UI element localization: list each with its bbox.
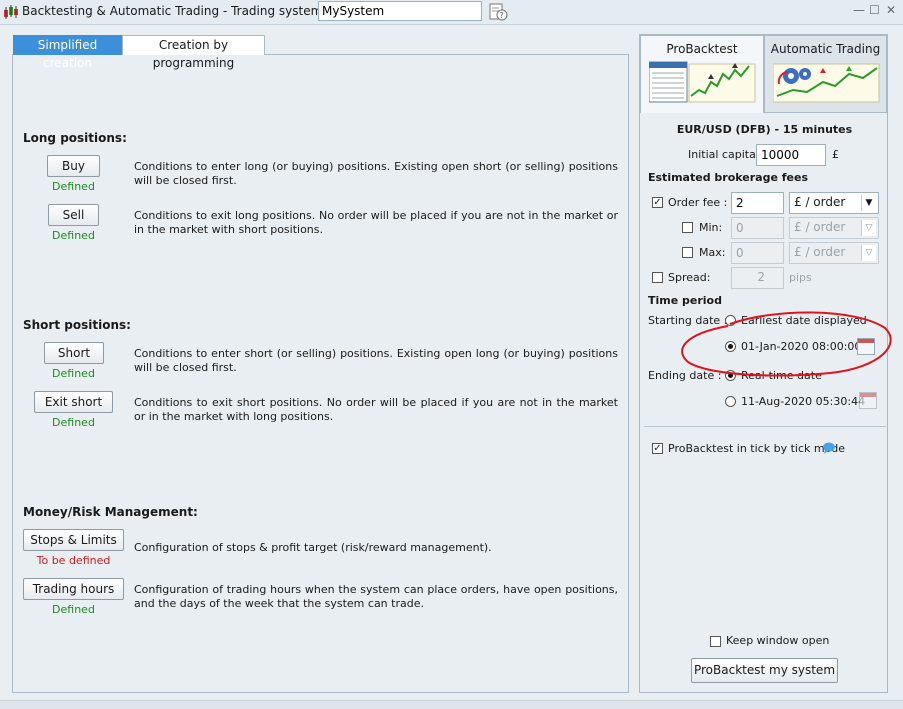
close-button[interactable]: ✕ — [886, 3, 896, 17]
initial-capital-label: Initial capital : — [688, 148, 767, 161]
min-fee-unit-select[interactable]: £ / order ▽ — [789, 217, 879, 239]
brokerage-fees-title: Estimated brokerage fees — [648, 171, 808, 184]
stops-limits-button[interactable]: Stops & Limits — [23, 529, 124, 551]
min-fee-input[interactable] — [731, 217, 784, 239]
tab-automatic-trading[interactable]: Automatic Trading — [764, 35, 887, 113]
end-calendar-icon[interactable] — [859, 392, 877, 409]
chevron-down-icon: ▽ — [861, 245, 876, 261]
speech-bubble-icon[interactable] — [822, 442, 836, 454]
trading-hours-button[interactable]: Trading hours — [23, 578, 124, 600]
help-document-icon[interactable]: ? — [488, 3, 508, 21]
red-annotation-circle — [681, 311, 892, 377]
tab-automatic-trading-label: Automatic Trading — [770, 42, 881, 56]
buy-status: Defined — [52, 180, 95, 193]
divider — [644, 426, 886, 427]
stops-limits-status: To be defined — [36, 554, 111, 567]
order-fee-input[interactable] — [731, 192, 784, 214]
min-fee-label: Min: — [699, 221, 723, 234]
max-fee-unit-select[interactable]: £ / order ▽ — [789, 242, 879, 264]
long-positions-title: Long positions: — [23, 131, 127, 145]
end-date-value: 11-Aug-2020 05:30:44 — [741, 395, 866, 408]
spread-checkbox[interactable] — [652, 272, 663, 283]
min-fee-checkbox[interactable] — [682, 222, 693, 233]
spread-unit: pips — [789, 271, 812, 284]
exit-short-button[interactable]: Exit short — [34, 391, 113, 413]
sell-description: Conditions to exit long positions. No or… — [134, 209, 618, 236]
tab-probacktest[interactable]: ProBacktest — [640, 35, 764, 113]
order-fee-unit-select[interactable]: £ / order ▼ — [789, 192, 879, 214]
max-fee-checkbox[interactable] — [682, 247, 693, 258]
probacktest-run-button[interactable]: ProBacktest my system — [691, 658, 838, 683]
max-fee-label: Max: — [699, 246, 726, 259]
tick-mode-checkbox[interactable]: ✓ — [652, 443, 663, 454]
maximize-button[interactable]: ☐ — [869, 3, 880, 17]
short-positions-title: Short positions: — [23, 318, 131, 332]
order-fee-checkbox[interactable]: ✓ — [652, 197, 663, 208]
short-description: Conditions to enter short (or selling) p… — [134, 347, 618, 374]
order-fee-unit-value: £ / order — [794, 195, 846, 209]
tab-creation-by-programming[interactable]: Creation by programming — [122, 35, 265, 70]
max-fee-unit-value: £ / order — [794, 245, 846, 259]
spread-stepper[interactable]: 2 — [731, 267, 784, 289]
chevron-down-icon: ▼ — [861, 195, 876, 211]
short-button[interactable]: Short — [44, 342, 104, 364]
max-fee-input[interactable] — [731, 242, 784, 264]
instrument-label: EUR/USD (DFB) - 15 minutes — [676, 123, 853, 136]
trading-hours-description: Configuration of trading hours when the … — [134, 583, 618, 610]
stops-limits-description: Configuration of stops & profit target (… — [134, 541, 492, 554]
tab-simplified-creation[interactable]: Simplified creation — [13, 35, 122, 70]
order-fee-label: Order fee : — [668, 196, 728, 209]
exit-short-status: Defined — [52, 416, 95, 429]
keep-window-open-label: Keep window open — [726, 634, 830, 647]
buy-button[interactable]: Buy — [47, 155, 100, 177]
svg-text:?: ? — [500, 11, 504, 20]
minimize-button[interactable]: — — [853, 3, 865, 17]
spread-label: Spread: — [668, 271, 711, 284]
tab-probacktest-label: ProBacktest — [666, 42, 738, 56]
trading-hours-status: Defined — [52, 603, 95, 616]
automatic-trading-gears-icon — [773, 63, 880, 103]
system-name-input[interactable] — [318, 1, 482, 21]
min-fee-unit-value: £ / order — [794, 220, 846, 234]
buy-description: Conditions to enter long (or buying) pos… — [134, 160, 618, 187]
initial-capital-input[interactable] — [756, 144, 826, 166]
end-date-radio[interactable] — [725, 396, 736, 407]
short-status: Defined — [52, 367, 95, 380]
capital-currency: £ — [832, 148, 839, 161]
keep-window-open-checkbox[interactable] — [710, 636, 721, 647]
chevron-down-icon: ▽ — [861, 220, 876, 236]
sell-button[interactable]: Sell — [48, 204, 99, 226]
candlestick-app-icon — [4, 5, 18, 19]
sell-status: Defined — [52, 229, 95, 242]
exit-short-description: Conditions to exit short positions. No o… — [134, 396, 618, 423]
tick-mode-label: ProBacktest in tick by tick mode — [668, 442, 846, 455]
money-risk-title: Money/Risk Management: — [23, 505, 198, 519]
backtest-report-chart-icon — [649, 61, 756, 103]
time-period-title: Time period — [648, 294, 722, 307]
